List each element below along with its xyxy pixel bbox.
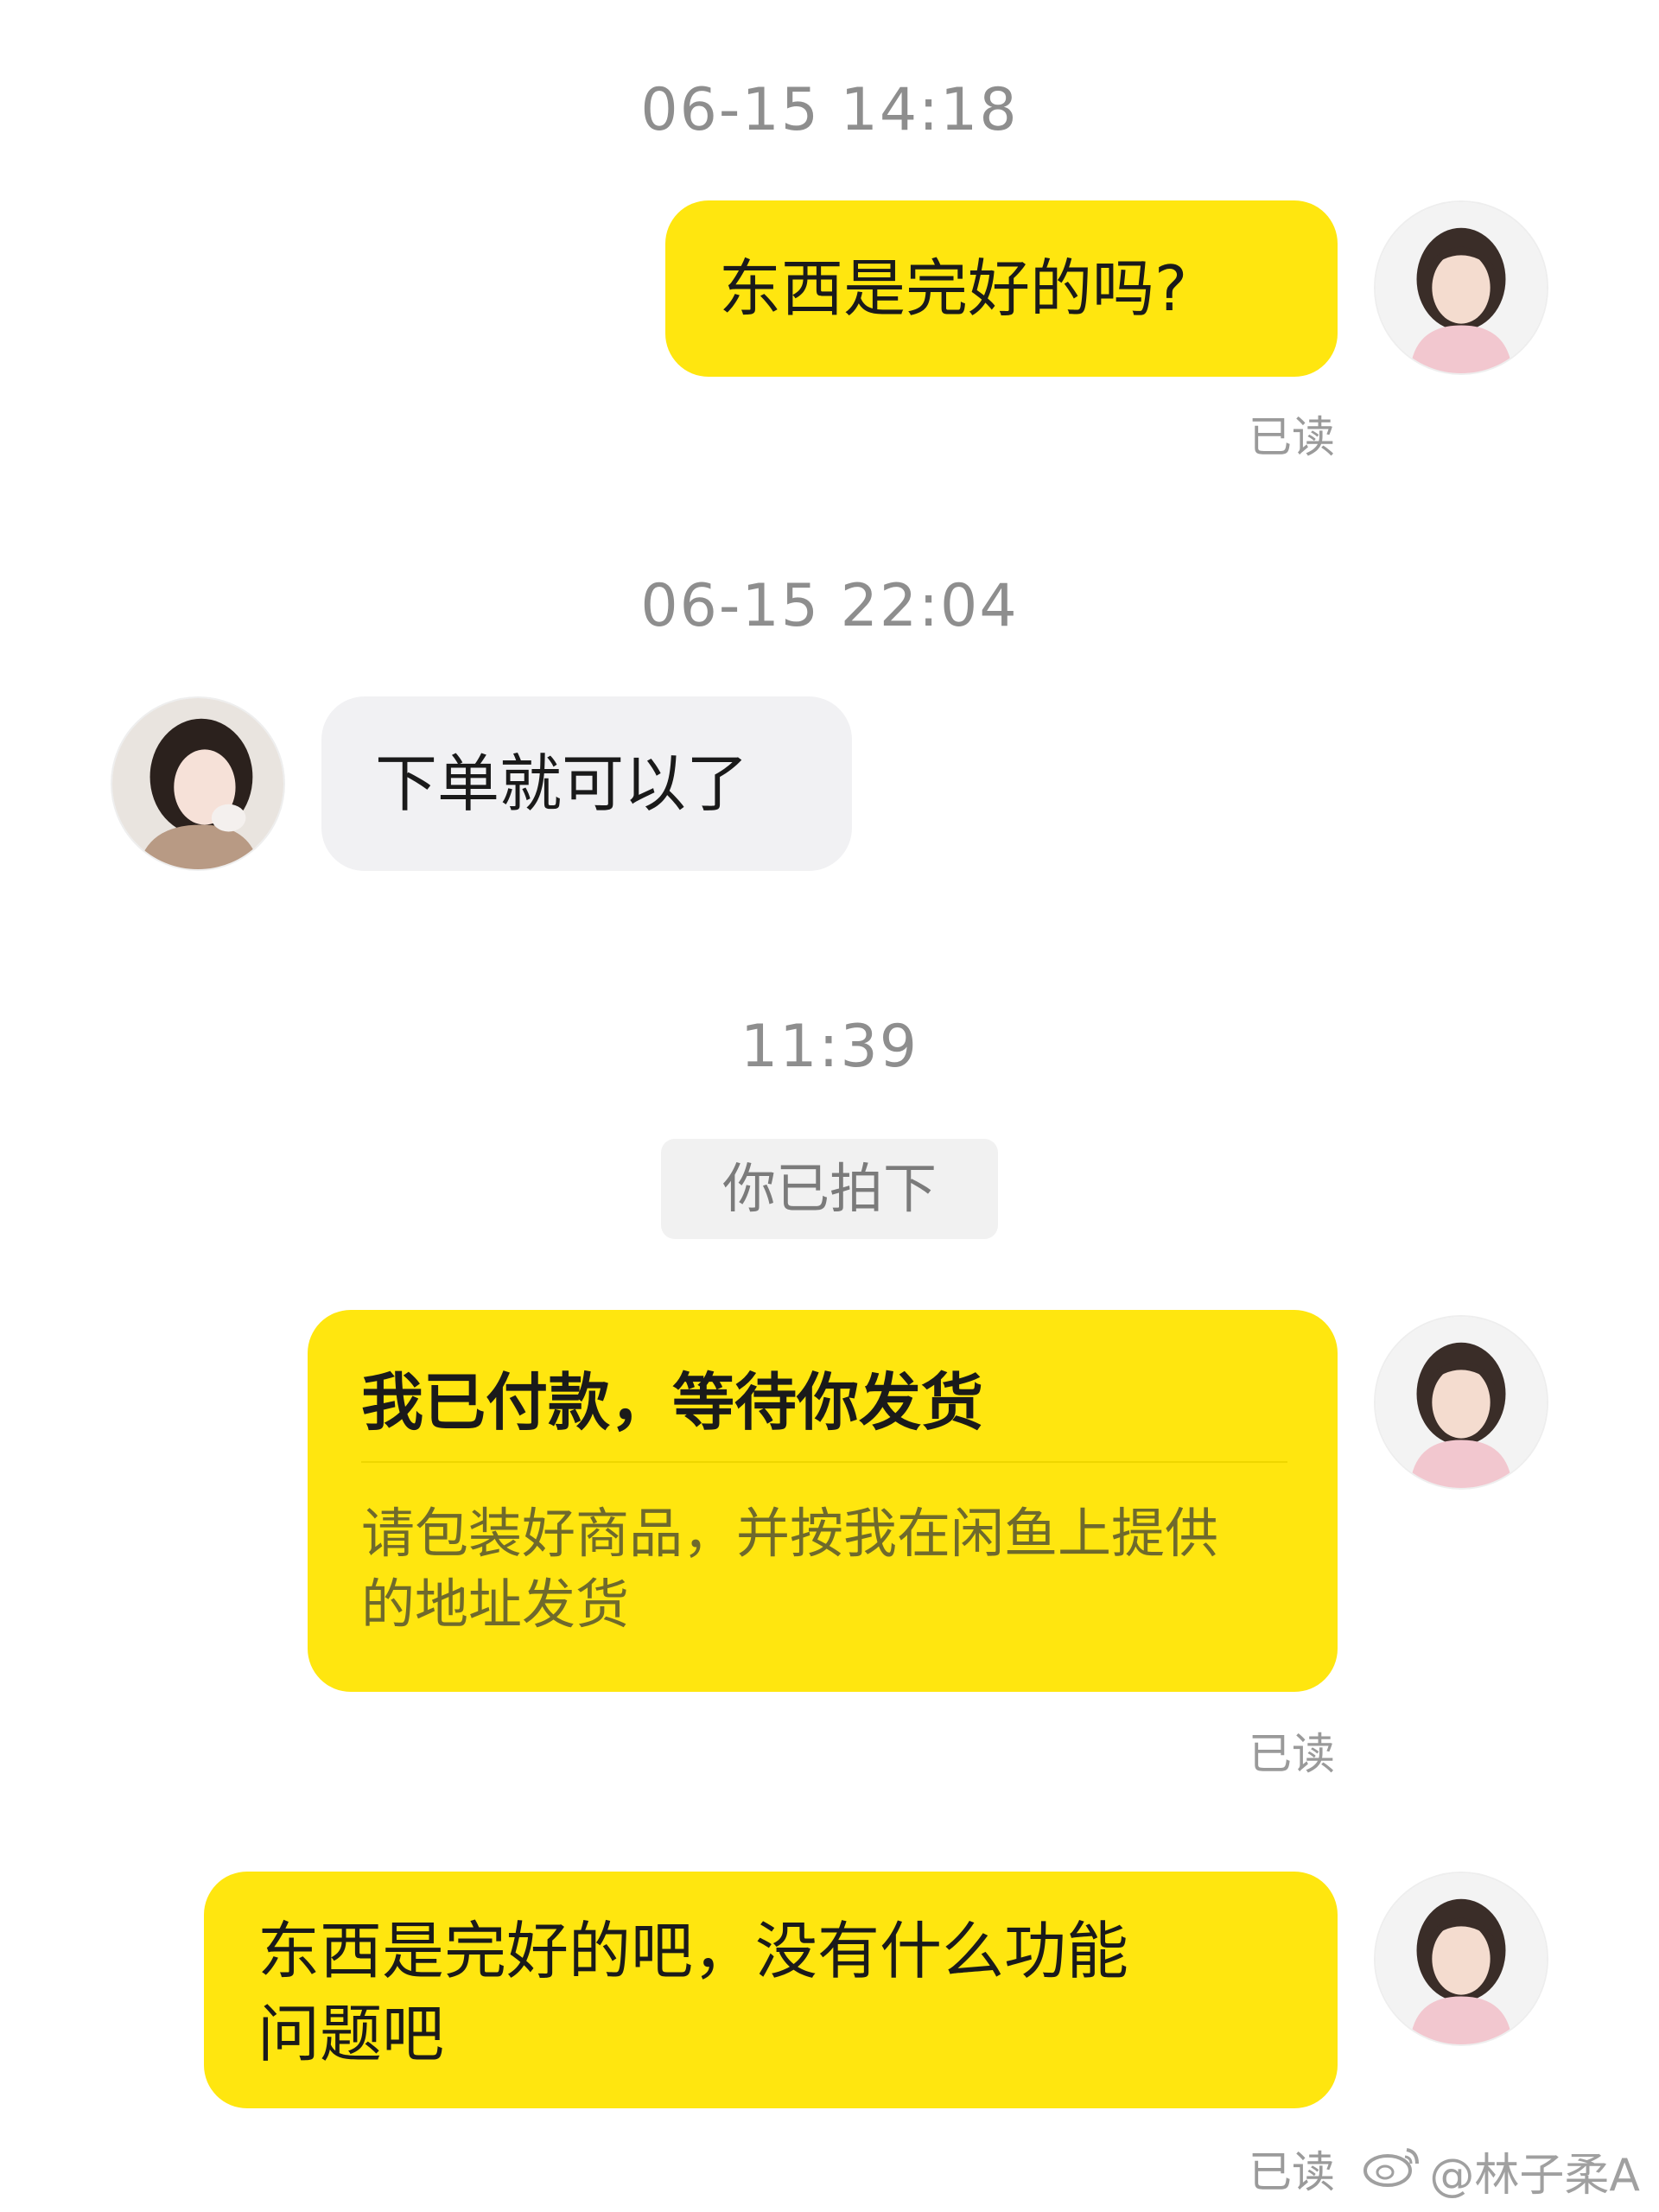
timestamp: 06-15 22:04 <box>640 572 1019 640</box>
contact-avatar[interactable] <box>111 696 285 871</box>
order-card[interactable]: 我已付款，等待你发货 请包装好商品，并按我在闲鱼上提供的地址发货 <box>308 1310 1338 1692</box>
watermark-handle: @林子柔A <box>1429 2150 1640 2202</box>
my-avatar[interactable] <box>1374 1315 1548 1490</box>
message-bubble-outgoing[interactable]: 东西是完好的吗? <box>665 200 1338 377</box>
avatar-image <box>1376 1317 1547 1488</box>
message-text: 东西是完好的吗? <box>719 252 1188 325</box>
weibo-icon <box>1362 2143 1422 2199</box>
read-receipt: 已读 <box>1249 412 1335 462</box>
message-bubble-incoming[interactable]: 下单就可以了 <box>321 696 852 871</box>
watermark: @林子柔A <box>1362 2139 1640 2203</box>
my-avatar[interactable] <box>1374 200 1548 375</box>
message-text: 下单就可以了 <box>375 747 749 820</box>
timestamp: 11:39 <box>741 1013 918 1081</box>
message-text-line-2: 问题吧 <box>257 1998 445 2070</box>
avatar-image <box>1376 1873 1547 2044</box>
read-receipt: 已读 <box>1249 2147 1335 2197</box>
message-bubble-outgoing[interactable]: 东西是完好的吧，没有什么功能 问题吧 <box>204 1872 1338 2108</box>
divider <box>361 1461 1287 1463</box>
avatar-image <box>112 698 283 869</box>
avatar-image <box>1376 202 1547 373</box>
card-title: 我已付款，等待你发货 <box>361 1366 984 1439</box>
read-receipt: 已读 <box>1249 1729 1335 1779</box>
card-description: 请包装好商品，并按我在闲鱼上提供的地址发货 <box>361 1502 1219 1636</box>
my-avatar[interactable] <box>1374 1872 1548 2046</box>
system-notice: 你已拍下 <box>661 1139 998 1239</box>
timestamp: 06-15 14:18 <box>640 76 1019 144</box>
message-text-line-1: 东西是完好的吧，没有什么功能 <box>257 1915 1129 1987</box>
